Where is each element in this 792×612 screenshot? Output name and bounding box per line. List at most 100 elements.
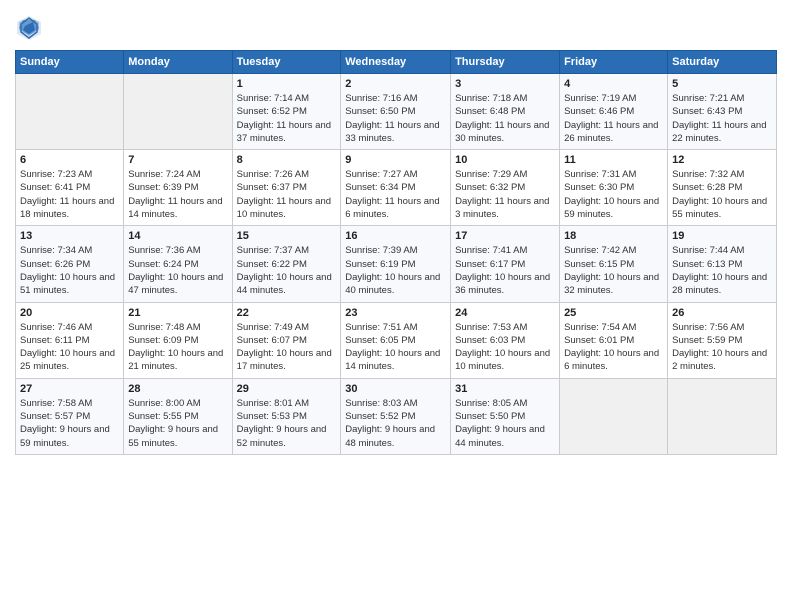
day-info: Sunrise: 7:36 AMSunset: 6:24 PMDaylight:… bbox=[128, 244, 227, 297]
day-number: 25 bbox=[564, 307, 663, 319]
day-info: Sunrise: 7:42 AMSunset: 6:15 PMDaylight:… bbox=[564, 244, 663, 297]
day-number: 11 bbox=[564, 154, 663, 166]
day-info: Sunrise: 7:53 AMSunset: 6:03 PMDaylight:… bbox=[455, 321, 555, 374]
day-header-sunday: Sunday bbox=[16, 51, 124, 74]
day-number: 19 bbox=[672, 230, 772, 242]
day-info: Sunrise: 7:32 AMSunset: 6:28 PMDaylight:… bbox=[672, 168, 772, 221]
cell-5-4: 30 Sunrise: 8:03 AMSunset: 5:52 PMDayligh… bbox=[341, 378, 451, 454]
day-number: 29 bbox=[237, 383, 337, 395]
day-number: 26 bbox=[672, 307, 772, 319]
cell-2-1: 6Sunrise: 7:23 AMSunset: 6:41 PMDaylight… bbox=[16, 150, 124, 226]
day-info: Sunrise: 8:00 AMSunset: 5:55 PMDaylight:… bbox=[128, 397, 227, 450]
day-number: 23 bbox=[345, 307, 446, 319]
calendar-header-row: SundayMondayTuesdayWednesdayThursdayFrid… bbox=[16, 51, 777, 74]
day-number: 8 bbox=[237, 154, 337, 166]
day-info: Sunrise: 7:46 AMSunset: 6:11 PMDaylight:… bbox=[20, 321, 119, 374]
day-header-friday: Friday bbox=[560, 51, 668, 74]
day-number: 10 bbox=[455, 154, 555, 166]
cell-2-2: 7Sunrise: 7:24 AMSunset: 6:39 PMDaylight… bbox=[124, 150, 232, 226]
day-number: 22 bbox=[237, 307, 337, 319]
cell-2-6: 11Sunrise: 7:31 AMSunset: 6:30 PMDayligh… bbox=[560, 150, 668, 226]
day-info: Sunrise: 7:58 AMSunset: 5:57 PMDaylight:… bbox=[20, 397, 119, 450]
day-number: 18 bbox=[564, 230, 663, 242]
day-number: 14 bbox=[128, 230, 227, 242]
cell-5-2: 28 Sunrise: 8:00 AMSunset: 5:55 PMDayligh… bbox=[124, 378, 232, 454]
day-info: Sunrise: 7:18 AMSunset: 6:48 PMDaylight:… bbox=[455, 92, 555, 145]
day-number: 3 bbox=[455, 78, 555, 90]
cell-5-5: 31 Sunrise: 8:05 AMSunset: 5:50 PMDayligh… bbox=[451, 378, 560, 454]
day-info: Sunrise: 7:21 AMSunset: 6:43 PMDaylight:… bbox=[672, 92, 772, 145]
day-info: Sunrise: 7:34 AMSunset: 6:26 PMDaylight:… bbox=[20, 244, 119, 297]
day-info: Sunrise: 8:01 AMSunset: 5:53 PMDaylight:… bbox=[237, 397, 337, 450]
cell-3-3: 15 Sunrise: 7:37 AMSunset: 6:22 PMDayligh… bbox=[232, 226, 341, 302]
day-info: Sunrise: 7:49 AMSunset: 6:07 PMDaylight:… bbox=[237, 321, 337, 374]
cell-2-3: 8 Sunrise: 7:26 AMSunset: 6:37 PMDaylight… bbox=[232, 150, 341, 226]
cell-3-1: 13 Sunrise: 7:34 AMSunset: 6:26 PMDayligh… bbox=[16, 226, 124, 302]
day-info: Sunrise: 7:37 AMSunset: 6:22 PMDaylight:… bbox=[237, 244, 337, 297]
day-info: Sunrise: 7:19 AMSunset: 6:46 PMDaylight:… bbox=[564, 92, 663, 145]
cell-5-6 bbox=[560, 378, 668, 454]
day-info: Sunrise: 8:05 AMSunset: 5:50 PMDaylight:… bbox=[455, 397, 555, 450]
cell-4-7: 26 Sunrise: 7:56 AMSunset: 5:59 PMDayligh… bbox=[668, 302, 777, 378]
cell-4-5: 24 Sunrise: 7:53 AMSunset: 6:03 PMDayligh… bbox=[451, 302, 560, 378]
day-number: 17 bbox=[455, 230, 555, 242]
day-number: 24 bbox=[455, 307, 555, 319]
logo bbox=[15, 14, 45, 42]
day-number: 5 bbox=[672, 78, 772, 90]
cell-3-6: 18 Sunrise: 7:42 AMSunset: 6:15 PMDayligh… bbox=[560, 226, 668, 302]
day-number: 7 bbox=[128, 154, 227, 166]
day-header-monday: Monday bbox=[124, 51, 232, 74]
day-number: 9 bbox=[345, 154, 446, 166]
day-number: 28 bbox=[128, 383, 227, 395]
cell-3-5: 17 Sunrise: 7:41 AMSunset: 6:17 PMDayligh… bbox=[451, 226, 560, 302]
day-number: 12 bbox=[672, 154, 772, 166]
day-number: 27 bbox=[20, 383, 119, 395]
cell-4-1: 20Sunrise: 7:46 AMSunset: 6:11 PMDayligh… bbox=[16, 302, 124, 378]
day-info: Sunrise: 7:14 AMSunset: 6:52 PMDaylight:… bbox=[237, 92, 337, 145]
day-info: Sunrise: 7:29 AMSunset: 6:32 PMDaylight:… bbox=[455, 168, 555, 221]
cell-4-2: 21 Sunrise: 7:48 AMSunset: 6:09 PMDayligh… bbox=[124, 302, 232, 378]
week-row-2: 6Sunrise: 7:23 AMSunset: 6:41 PMDaylight… bbox=[16, 150, 777, 226]
day-number: 21 bbox=[128, 307, 227, 319]
day-info: Sunrise: 7:39 AMSunset: 6:19 PMDaylight:… bbox=[345, 244, 446, 297]
cell-3-4: 16 Sunrise: 7:39 AMSunset: 6:19 PMDayligh… bbox=[341, 226, 451, 302]
calendar-body: 1 Sunrise: 7:14 AMSunset: 6:52 PMDaylight… bbox=[16, 74, 777, 455]
day-number: 30 bbox=[345, 383, 446, 395]
day-number: 2 bbox=[345, 78, 446, 90]
day-header-saturday: Saturday bbox=[668, 51, 777, 74]
day-header-tuesday: Tuesday bbox=[232, 51, 341, 74]
day-number: 15 bbox=[237, 230, 337, 242]
cell-5-3: 29 Sunrise: 8:01 AMSunset: 5:53 PMDayligh… bbox=[232, 378, 341, 454]
cell-4-3: 22 Sunrise: 7:49 AMSunset: 6:07 PMDayligh… bbox=[232, 302, 341, 378]
cell-5-7 bbox=[668, 378, 777, 454]
cell-2-5: 10 Sunrise: 7:29 AMSunset: 6:32 PMDayligh… bbox=[451, 150, 560, 226]
day-number: 31 bbox=[455, 383, 555, 395]
cell-2-4: 9 Sunrise: 7:27 AMSunset: 6:34 PMDaylight… bbox=[341, 150, 451, 226]
day-info: Sunrise: 7:51 AMSunset: 6:05 PMDaylight:… bbox=[345, 321, 446, 374]
page: SundayMondayTuesdayWednesdayThursdayFrid… bbox=[0, 0, 792, 612]
day-info: Sunrise: 7:27 AMSunset: 6:34 PMDaylight:… bbox=[345, 168, 446, 221]
day-info: Sunrise: 7:56 AMSunset: 5:59 PMDaylight:… bbox=[672, 321, 772, 374]
day-number: 16 bbox=[345, 230, 446, 242]
cell-1-4: 2Sunrise: 7:16 AMSunset: 6:50 PMDaylight… bbox=[341, 74, 451, 150]
day-info: Sunrise: 8:03 AMSunset: 5:52 PMDaylight:… bbox=[345, 397, 446, 450]
cell-4-4: 23 Sunrise: 7:51 AMSunset: 6:05 PMDayligh… bbox=[341, 302, 451, 378]
day-number: 1 bbox=[237, 78, 337, 90]
cell-1-7: 5 Sunrise: 7:21 AMSunset: 6:43 PMDaylight… bbox=[668, 74, 777, 150]
logo-icon bbox=[15, 14, 43, 42]
day-number: 4 bbox=[564, 78, 663, 90]
cell-4-6: 25 Sunrise: 7:54 AMSunset: 6:01 PMDayligh… bbox=[560, 302, 668, 378]
cell-1-1 bbox=[16, 74, 124, 150]
day-number: 13 bbox=[20, 230, 119, 242]
week-row-3: 13 Sunrise: 7:34 AMSunset: 6:26 PMDayligh… bbox=[16, 226, 777, 302]
cell-3-7: 19Sunrise: 7:44 AMSunset: 6:13 PMDayligh… bbox=[668, 226, 777, 302]
day-info: Sunrise: 7:54 AMSunset: 6:01 PMDaylight:… bbox=[564, 321, 663, 374]
day-info: Sunrise: 7:26 AMSunset: 6:37 PMDaylight:… bbox=[237, 168, 337, 221]
cell-1-3: 1 Sunrise: 7:14 AMSunset: 6:52 PMDaylight… bbox=[232, 74, 341, 150]
cell-1-5: 3 Sunrise: 7:18 AMSunset: 6:48 PMDaylight… bbox=[451, 74, 560, 150]
cell-1-2 bbox=[124, 74, 232, 150]
cell-2-7: 12 Sunrise: 7:32 AMSunset: 6:28 PMDayligh… bbox=[668, 150, 777, 226]
day-info: Sunrise: 7:41 AMSunset: 6:17 PMDaylight:… bbox=[455, 244, 555, 297]
day-number: 6 bbox=[20, 154, 119, 166]
day-info: Sunrise: 7:48 AMSunset: 6:09 PMDaylight:… bbox=[128, 321, 227, 374]
